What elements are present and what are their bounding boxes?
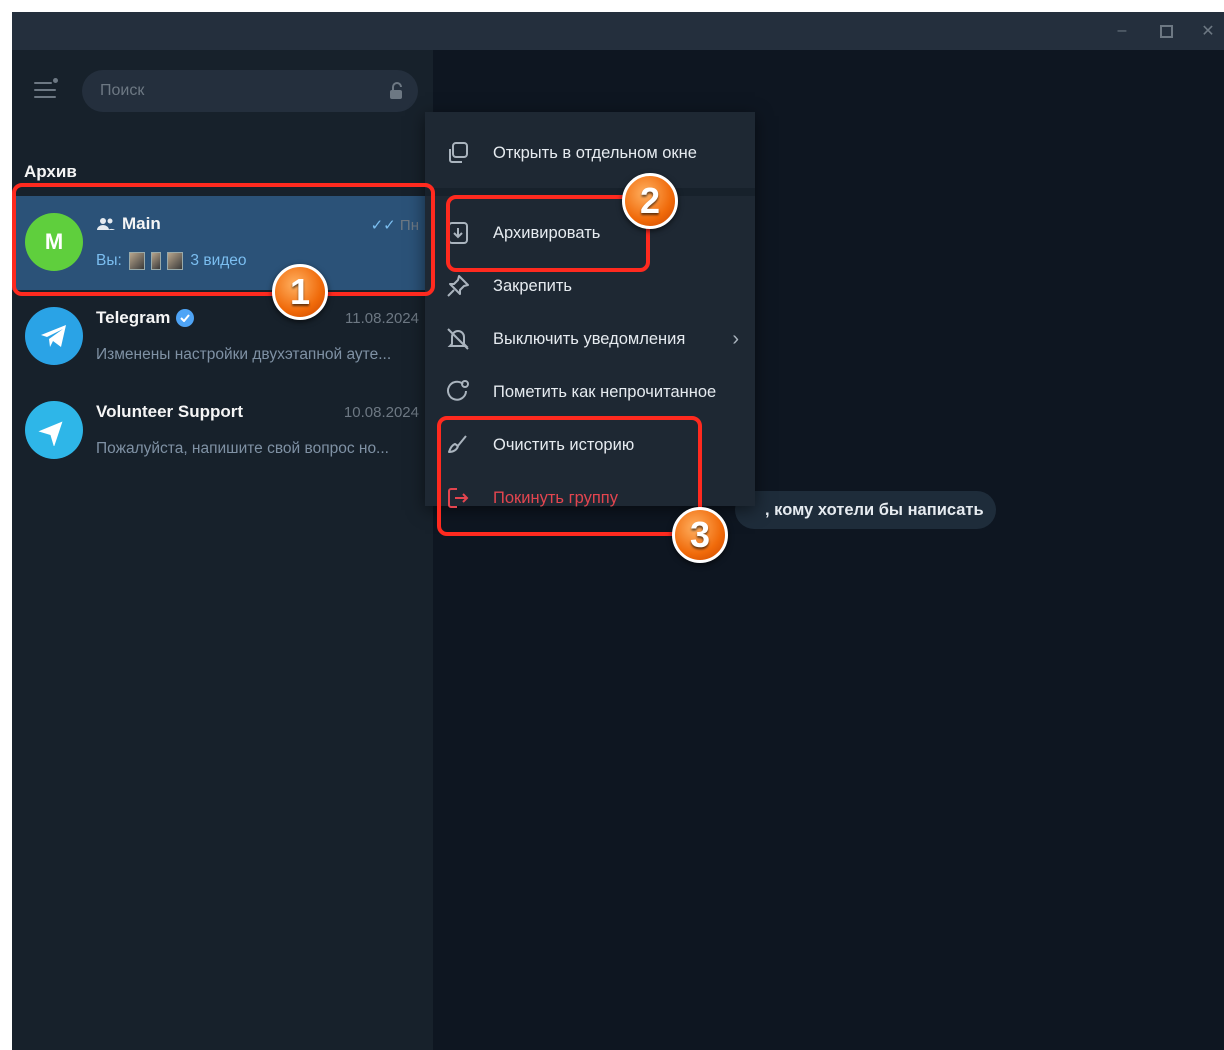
menu-button[interactable]: [32, 78, 58, 102]
chat-item-telegram[interactable]: Telegram 11.08.2024 Изменены настройки д…: [12, 290, 433, 384]
close-icon: ✕: [1201, 23, 1215, 40]
search-input[interactable]: Поиск: [82, 70, 418, 112]
chat-preview: Пожалуйста, напишите свой вопрос но...: [96, 440, 389, 457]
chat-title: Volunteer Support: [96, 402, 244, 421]
notification-dot: [53, 78, 58, 83]
chat-name: Telegram: [96, 308, 195, 328]
open-window-icon: [449, 142, 468, 163]
highlight-archive: [446, 195, 650, 272]
mute-icon: [447, 328, 469, 350]
menu-item-open-window[interactable]: Открыть в отдельном окне: [425, 128, 755, 178]
highlight-clear-leave: [437, 416, 702, 536]
menu-icon-line: [34, 89, 56, 91]
step-marker-3: 3: [672, 507, 728, 563]
title-bar: – ✕: [12, 12, 1224, 50]
chat-preview: Изменены настройки двухэтапной ауте...: [96, 346, 392, 363]
step-marker-1: 1: [272, 264, 328, 320]
menu-label: Открыть в отдельном окне: [493, 143, 697, 162]
step-marker-2: 2: [622, 173, 678, 229]
menu-item-mute[interactable]: Выключить уведомления ›: [425, 314, 755, 364]
menu-icon-line: [34, 96, 56, 98]
pin-icon: [447, 275, 469, 297]
menu-label: Закрепить: [493, 276, 573, 295]
menu-item-mark-unread[interactable]: Пометить как непрочитанное: [425, 367, 755, 417]
volunteer-avatar: [25, 401, 83, 459]
lock-icon[interactable]: [388, 82, 404, 100]
menu-label: Пометить как непрочитанное: [493, 382, 717, 401]
close-button[interactable]: ✕: [1188, 12, 1224, 50]
minimize-button[interactable]: –: [1102, 12, 1142, 50]
chat-date: 10.08.2024: [343, 404, 419, 421]
chat-name: Volunteer Support: [96, 402, 243, 422]
empty-chat-hint: , кому хотели бы написать: [735, 491, 996, 529]
maximize-icon: [1159, 24, 1173, 38]
search-placeholder: Поиск: [100, 82, 145, 99]
hint-text: , кому хотели бы написать: [765, 500, 984, 519]
chat-title: Telegram: [96, 308, 171, 327]
menu-icon: [34, 82, 52, 84]
unread-icon: [447, 380, 469, 401]
archive-title: Архив: [24, 162, 77, 181]
chat-date: 11.08.2024: [345, 310, 419, 327]
chevron-right-icon: ›: [732, 327, 739, 350]
verified-icon: [176, 309, 195, 327]
maximize-button[interactable]: [1146, 12, 1186, 50]
menu-label: Выключить уведомления: [493, 329, 686, 348]
telegram-avatar: [25, 307, 83, 365]
chat-item-volunteer-support[interactable]: Volunteer Support 10.08.2024 Пожалуйста,…: [12, 384, 433, 478]
minimize-icon: –: [1117, 22, 1127, 39]
highlight-chat-main: [12, 183, 435, 296]
telegram-plane-icon: [41, 325, 66, 347]
plane-icon: [38, 421, 63, 446]
